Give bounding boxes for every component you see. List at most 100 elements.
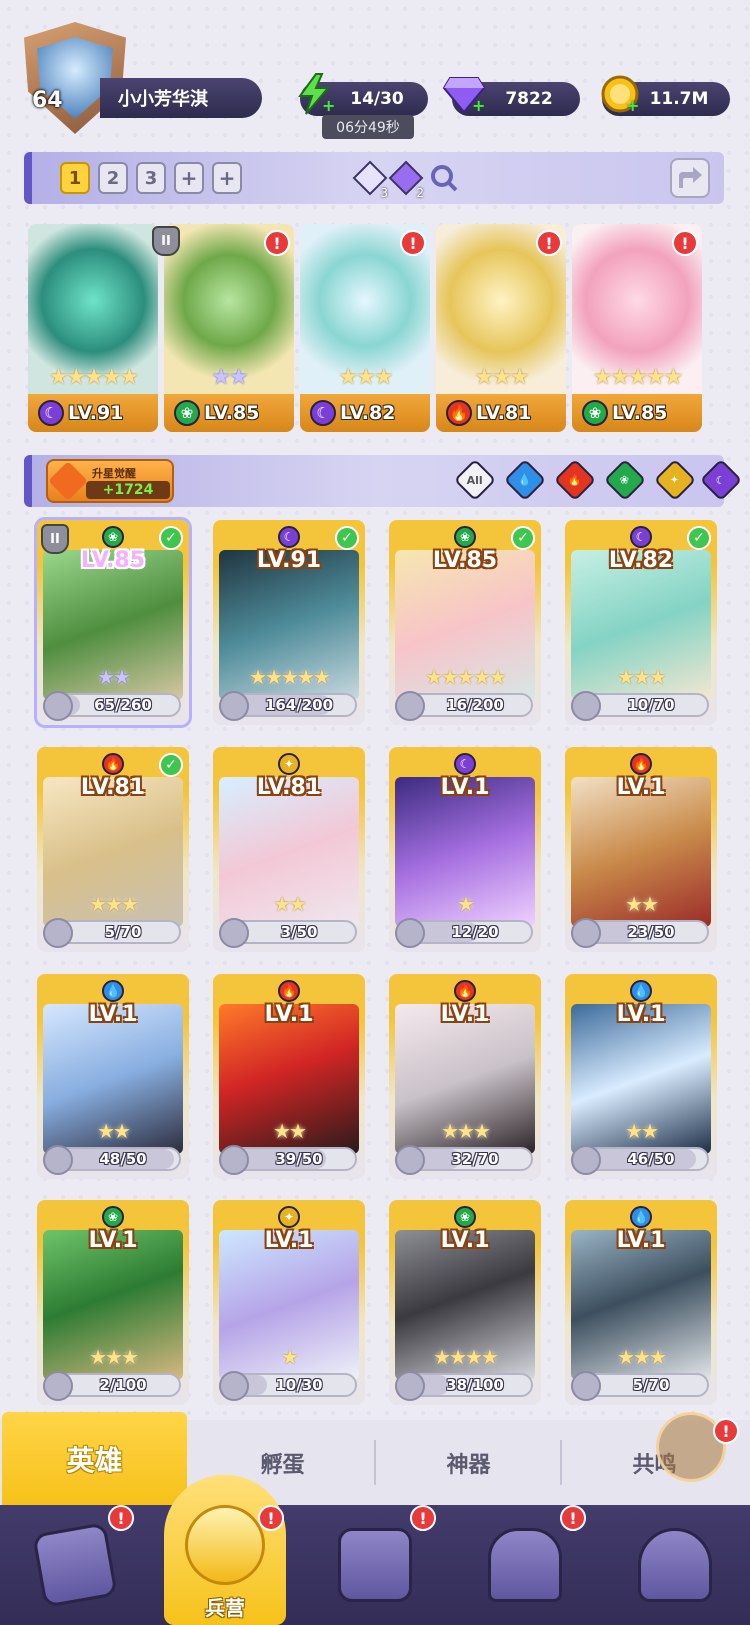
hero-card[interactable]: ☾ LV.82 ✓ ★★★ 10/70 (565, 520, 717, 725)
hero-card[interactable]: ✦ LV.1 ★ 10/30 (213, 1200, 365, 1405)
dark-element-icon: ☾ (278, 526, 300, 548)
hero-card[interactable]: ❀ LV.85 ✓ ★★★★★ 16/200 (389, 520, 541, 725)
team-tab-2[interactable]: 2 (98, 162, 128, 194)
shard-progress-bar: 38/100 (395, 1371, 533, 1401)
hero-level: LV.1 (440, 1002, 490, 1027)
share-button[interactable] (670, 158, 710, 198)
shard-progress-bar: 12/20 (395, 918, 533, 948)
nav-barracks[interactable]: 兵营 (150, 1475, 300, 1625)
hero-card[interactable]: 🔥 LV.1 ★★ 23/50 (565, 747, 717, 952)
white-crystal-token[interactable]: 3 (350, 158, 390, 200)
rank-badge-icon: II (41, 524, 69, 554)
gem-plus-icon[interactable]: + (472, 98, 488, 114)
nature-element-icon: ❀ (454, 1206, 476, 1228)
hero-element-badge: 💧 (630, 1206, 652, 1228)
hero-stars: ★★★ (441, 1119, 491, 1143)
hero-filter-bar: 升星觉醒 +1724 All 💧 🔥 ❀ ✦ ☾ (24, 455, 743, 507)
shard-count: 2/100 (99, 1376, 147, 1394)
light-element-icon: ✦ (278, 1206, 300, 1228)
shard-progress-bar: 23/50 (571, 918, 709, 948)
purple-crystal-token[interactable]: 2 (386, 158, 426, 200)
hero-level: LV.85 (612, 402, 668, 424)
hero-stars: ★★★ (89, 892, 139, 916)
shard-progress-bar: 16/200 (395, 691, 533, 721)
inspect-icon[interactable] (424, 158, 464, 198)
hero-card[interactable]: 🔥 LV.1 ★★★ 32/70 (389, 974, 541, 1179)
filter-fire-icon[interactable]: 🔥 (553, 458, 597, 502)
hero-level: LV.81 (256, 775, 322, 800)
hero-level: LV.1 (88, 1002, 138, 1027)
hero-level: LV.82 (340, 402, 396, 424)
hero-card[interactable]: ❀ LV.1 ★★★★ 38/100 (389, 1200, 541, 1405)
nature-element-icon: ❀ (102, 1206, 124, 1228)
filter-water-icon[interactable]: 💧 (503, 458, 547, 502)
gold-plus-icon[interactable]: + (626, 98, 642, 114)
tab-artifacts[interactable]: 神器 (376, 1420, 561, 1505)
nature-element-icon: ❀ (102, 526, 124, 548)
hero-card[interactable]: 💧 LV.1 ★★ 48/50 (37, 974, 189, 1179)
team-tab-1[interactable]: 1 (60, 162, 90, 194)
floating-alert-icon: ! (713, 1418, 739, 1444)
team-tab-3[interactable]: 3 (136, 162, 166, 194)
hero-card[interactable]: 🔥 LV.1 ★★ 39/50 (213, 974, 365, 1179)
hero-stars: ★★★ (89, 1345, 139, 1369)
hero-level-bar: ❀ LV.85 (164, 394, 294, 432)
hero-card[interactable]: 🔥 LV.81 ✓ ★★★ 5/70 (37, 747, 189, 952)
player-level: 64 (32, 88, 63, 113)
nav-barracks-label: 兵营 (205, 1596, 245, 1620)
shard-count: 16/200 (446, 696, 504, 714)
awaken-value: +1724 (86, 481, 170, 499)
in-team-check-icon: ✓ (159, 753, 183, 777)
filter-all-label: All (466, 473, 484, 487)
hero-level-bar: ☾ LV.82 (300, 394, 430, 432)
hero-element-badge: ❀ (454, 526, 476, 548)
hero-element-badge: 🔥 (102, 753, 124, 775)
hero-card[interactable]: 💧 LV.1 ★★ 46/50 (565, 974, 717, 1179)
team-tab-add-2[interactable]: + (212, 162, 242, 194)
alert-icon: ! (400, 230, 426, 256)
shard-progress-bar: 5/70 (43, 918, 181, 948)
nature-element-icon: ❀ (582, 400, 608, 426)
hero-level: LV.1 (616, 1002, 666, 1027)
hero-card[interactable]: ❀ LV.85 ✓ II ★★ 65/260 (34, 517, 192, 728)
nav-alert-icon: ! (560, 1505, 586, 1531)
shard-progress-bar: 32/70 (395, 1145, 533, 1175)
shard-progress-bar: 39/50 (219, 1145, 357, 1175)
awaken-arrow-icon (48, 461, 88, 501)
hero-stars: ★★ (625, 892, 659, 916)
filter-light-icon[interactable]: ✦ (653, 458, 697, 502)
shard-count: 3/50 (280, 923, 318, 941)
castle-icon (488, 1528, 562, 1602)
awaken-title: 升星觉醒 (92, 467, 136, 480)
hero-element-badge: ✦ (278, 1206, 300, 1228)
hero-element-badge: ❀ (102, 1206, 124, 1228)
hero-stars: ★★★ (474, 365, 529, 390)
dark-element-icon: ☾ (454, 753, 476, 775)
team-tab-add-1[interactable]: + (174, 162, 204, 194)
hero-element-badge: 💧 (630, 980, 652, 1002)
team-preset-bar: 1 2 3 + + 3 2 (24, 152, 724, 204)
hero-card[interactable]: ☾ LV.1 ★ 12/20 (389, 747, 541, 952)
nav-mushroom[interactable] (600, 1505, 750, 1625)
hero-element-badge: 🔥 (630, 753, 652, 775)
hero-card[interactable]: ✦ LV.81 ★★ 3/50 (213, 747, 365, 952)
filter-nature-icon[interactable]: ❀ (603, 458, 647, 502)
hero-level: LV.82 (608, 548, 674, 573)
hero-level: LV.81 (476, 402, 532, 424)
player-name[interactable]: 小小芳华淇 (100, 78, 262, 118)
in-team-check-icon: ✓ (159, 526, 183, 550)
hero-level: LV.1 (616, 775, 666, 800)
star-awaken-button[interactable]: 升星觉醒 +1724 (46, 459, 174, 503)
energy-plus-icon[interactable]: + (322, 98, 338, 114)
hero-level: LV.91 (256, 548, 322, 573)
hero-card[interactable]: ❀ LV.1 ★★★ 2/100 (37, 1200, 189, 1405)
team-hero-card[interactable]: ★★★★★ ☾ LV.91 (28, 224, 158, 432)
hero-stars: ★★ (273, 892, 307, 916)
fire-element-icon: 🔥 (454, 980, 476, 1002)
hero-card[interactable]: ☾ LV.91 ✓ ★★★★★ 164/200 (213, 520, 365, 725)
shard-progress-bar: 5/70 (571, 1371, 709, 1401)
filter-all-icon[interactable]: All (453, 458, 497, 502)
section-tabs: 英雄 孵蛋 神器 共鸣 (0, 1412, 750, 1505)
hero-card[interactable]: 💧 LV.1 ★★★ 5/70 (565, 1200, 717, 1405)
water-element-icon: 💧 (630, 1206, 652, 1228)
